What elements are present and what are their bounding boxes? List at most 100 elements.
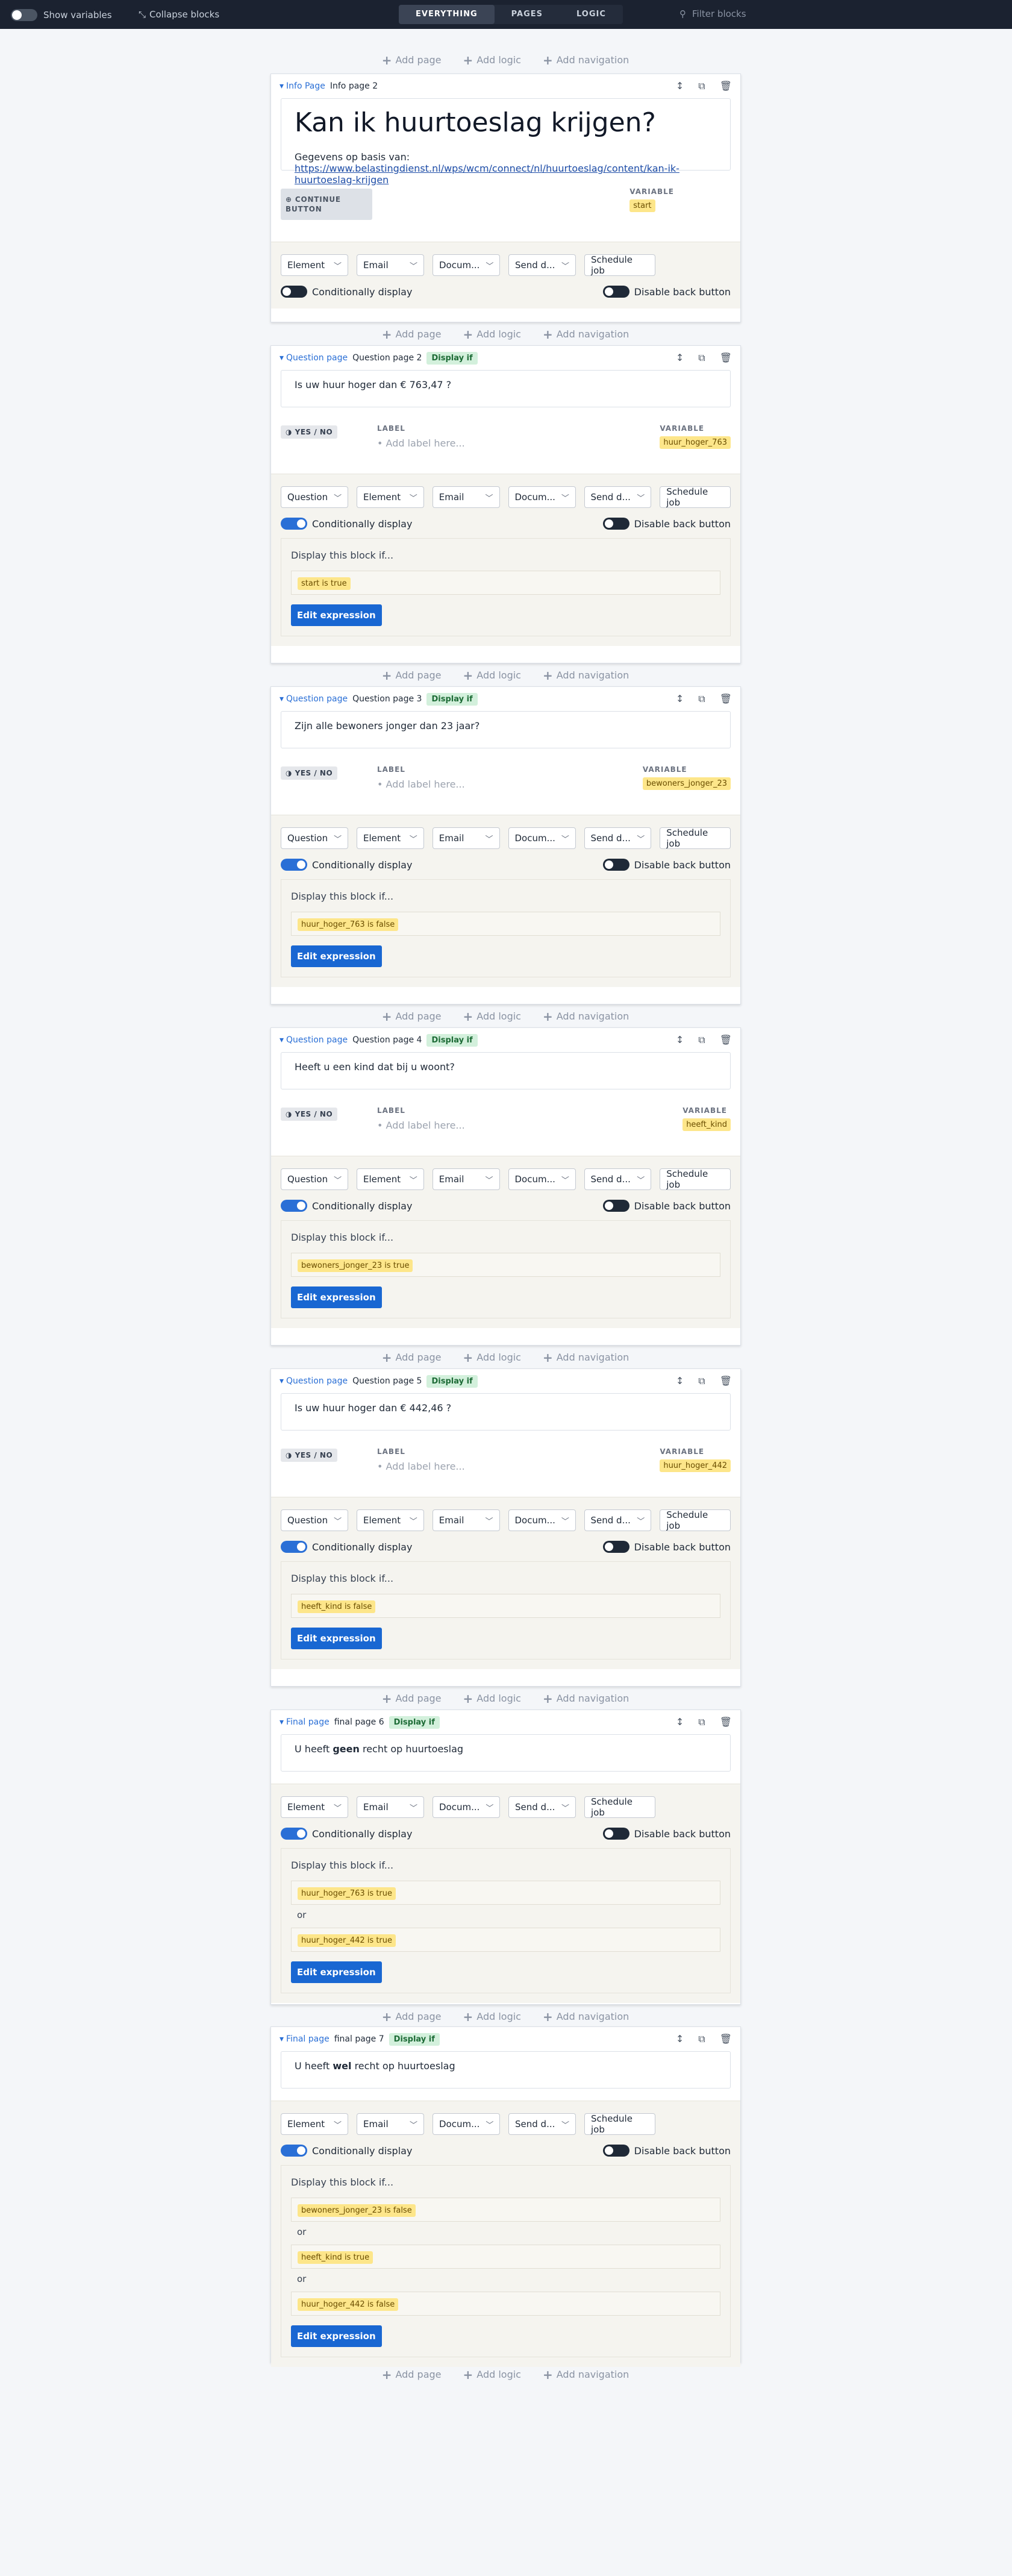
tab-everything[interactable]: EVERYTHING (399, 5, 495, 24)
conditionally-display-toggle[interactable]: Conditionally display (281, 286, 412, 298)
schedule-job-button[interactable]: Schedule job (584, 2113, 655, 2135)
info-content[interactable]: Kan ik huurtoeslag krijgen? Gegevens op … (281, 98, 731, 186)
send-dropdown[interactable]: Send d... ﹀ (584, 1509, 652, 1531)
question-dropdown[interactable]: Question ﹀ (281, 486, 348, 508)
email-dropdown[interactable]: Email ﹀ (432, 827, 500, 849)
condition-chip[interactable]: heeft_kind is false (298, 1600, 376, 1613)
question-text-field[interactable]: Heeft u een kind dat bij u woont? (281, 1052, 731, 1089)
toggle-switch[interactable] (11, 9, 37, 21)
collapse-blocks-button[interactable]: ⤡ Collapse blocks (139, 9, 219, 20)
add-navigation-button[interactable]: + Add navigation (543, 2011, 629, 2023)
block-type-link[interactable]: ▾ Question page (280, 1376, 348, 1386)
trash-icon[interactable]: 🗑 (720, 80, 732, 92)
copy-icon[interactable]: ⧉ (698, 1716, 705, 1728)
label-input[interactable]: • Add label here... (377, 1461, 465, 1472)
conditionally-display-toggle[interactable]: Conditionally display (281, 518, 412, 530)
disable-back-toggle[interactable]: Disable back button (602, 2145, 731, 2157)
element-dropdown[interactable]: Element ﹀ (281, 2113, 348, 2135)
schedule-job-button[interactable]: Schedule job (584, 1796, 655, 1818)
send-dropdown[interactable]: Send d... ﹀ (584, 827, 652, 849)
add-page-button[interactable]: + Add page (382, 1352, 442, 1364)
add-logic-button[interactable]: + Add logic (463, 1011, 521, 1023)
edit-expression-button[interactable]: Edit expression (291, 945, 382, 967)
add-page-button[interactable]: + Add page (382, 2369, 442, 2381)
disable-back-toggle[interactable]: Disable back button (602, 1541, 731, 1553)
condition-chip[interactable]: start is true (298, 577, 351, 590)
final-text-field[interactable]: U heeft geen recht op huurtoeslag (281, 1734, 731, 1772)
add-logic-button[interactable]: + Add logic (463, 1693, 521, 1705)
copy-icon[interactable]: ⧉ (698, 693, 705, 705)
question-dropdown[interactable]: Question ﹀ (281, 827, 348, 849)
condition-chip[interactable]: bewoners_jonger_23 is false (298, 2204, 416, 2217)
condition-chip[interactable]: heeft_kind is true (298, 2251, 373, 2264)
element-dropdown[interactable]: Element ﹀ (357, 486, 424, 508)
add-logic-button[interactable]: + Add logic (463, 54, 521, 66)
add-page-button[interactable]: + Add page (382, 328, 442, 340)
copy-icon[interactable]: ⧉ (698, 1034, 705, 1046)
add-logic-button[interactable]: + Add logic (463, 2011, 521, 2023)
element-dropdown[interactable]: Element ﹀ (281, 254, 348, 276)
condition-chip[interactable]: bewoners_jonger_23 is true (298, 1259, 413, 1272)
send-dropdown[interactable]: Send d... ﹀ (584, 486, 652, 508)
document-dropdown[interactable]: Docum... ﹀ (508, 486, 576, 508)
variable-chip[interactable]: bewoners_jonger_23 (642, 777, 731, 790)
copy-icon[interactable]: ⧉ (698, 80, 705, 92)
element-dropdown[interactable]: Element ﹀ (281, 1796, 348, 1818)
add-navigation-button[interactable]: + Add navigation (543, 1352, 629, 1364)
send-dropdown[interactable]: Send d... ﹀ (508, 1796, 576, 1818)
condition-chip[interactable]: huur_hoger_763 is false (298, 918, 399, 931)
email-dropdown[interactable]: Email ﹀ (357, 1796, 424, 1818)
move-icon[interactable]: ↕ (676, 693, 684, 705)
trash-icon[interactable]: 🗑 (720, 1716, 732, 1728)
document-dropdown[interactable]: Docum... ﹀ (433, 2113, 500, 2135)
send-dropdown[interactable]: Send d... ﹀ (584, 1168, 652, 1190)
variable-chip[interactable]: start (629, 199, 655, 212)
add-page-button[interactable]: + Add page (382, 1693, 442, 1705)
add-logic-button[interactable]: + Add logic (463, 1352, 521, 1364)
block-type-link[interactable]: ▾ Info Page (280, 81, 325, 91)
schedule-job-button[interactable]: Schedule job (660, 486, 731, 508)
label-input[interactable]: • Add label here... (377, 437, 465, 449)
move-icon[interactable]: ↕ (676, 80, 684, 92)
block-type-link[interactable]: ▾ Question page (280, 1035, 348, 1045)
condition-chip[interactable]: huur_hoger_763 is true (298, 1887, 396, 1900)
label-input[interactable]: • Add label here... (377, 1120, 465, 1131)
element-dropdown[interactable]: Element ﹀ (357, 1168, 424, 1190)
email-dropdown[interactable]: Email ﹀ (432, 486, 500, 508)
add-navigation-button[interactable]: + Add navigation (543, 1693, 629, 1705)
question-text-field[interactable]: Zijn alle bewoners jonger dan 23 jaar? (281, 711, 731, 748)
question-text-field[interactable]: Is uw huur hoger dan € 763,47 ? (281, 370, 731, 407)
add-logic-button[interactable]: + Add logic (463, 669, 521, 682)
edit-expression-button[interactable]: Edit expression (291, 1286, 382, 1308)
schedule-job-button[interactable]: Schedule job (660, 1509, 731, 1531)
disable-back-toggle[interactable]: Disable back button (602, 286, 731, 298)
document-dropdown[interactable]: Docum... ﹀ (508, 1168, 576, 1190)
add-navigation-button[interactable]: + Add navigation (543, 2369, 629, 2381)
question-dropdown[interactable]: Question ﹀ (281, 1168, 348, 1190)
disable-back-toggle[interactable]: Disable back button (602, 1828, 731, 1840)
conditionally-display-toggle[interactable]: Conditionally display (281, 2145, 412, 2157)
email-dropdown[interactable]: Email ﹀ (357, 2113, 424, 2135)
email-dropdown[interactable]: Email ﹀ (432, 1168, 500, 1190)
variable-chip[interactable]: heeft_kind (682, 1118, 731, 1131)
copy-icon[interactable]: ⧉ (698, 2033, 705, 2045)
schedule-job-button[interactable]: Schedule job (660, 827, 731, 849)
document-dropdown[interactable]: Docum... ﹀ (508, 827, 576, 849)
variable-chip[interactable]: huur_hoger_763 (660, 436, 731, 449)
email-dropdown[interactable]: Email ﹀ (432, 1509, 500, 1531)
trash-icon[interactable]: 🗑 (720, 352, 732, 364)
trash-icon[interactable]: 🗑 (720, 693, 732, 705)
filter-blocks-input[interactable]: ⚲ Filter blocks (679, 8, 746, 19)
disable-back-toggle[interactable]: Disable back button (602, 518, 731, 530)
element-dropdown[interactable]: Element ﹀ (357, 827, 424, 849)
schedule-job-button[interactable]: Schedule job (660, 1168, 731, 1190)
continue-button-pill[interactable]: ⊕ CONTINUE BUTTON (281, 189, 372, 220)
edit-expression-button[interactable]: Edit expression (291, 1628, 382, 1649)
document-dropdown[interactable]: Docum... ﹀ (508, 1509, 576, 1531)
move-icon[interactable]: ↕ (676, 2033, 684, 2045)
add-navigation-button[interactable]: + Add navigation (543, 669, 629, 682)
label-input[interactable]: • Add label here... (377, 779, 465, 790)
variable-chip[interactable]: huur_hoger_442 (660, 1459, 731, 1472)
add-page-button[interactable]: + Add page (382, 54, 442, 66)
condition-chip[interactable]: huur_hoger_442 is false (298, 2298, 399, 2311)
